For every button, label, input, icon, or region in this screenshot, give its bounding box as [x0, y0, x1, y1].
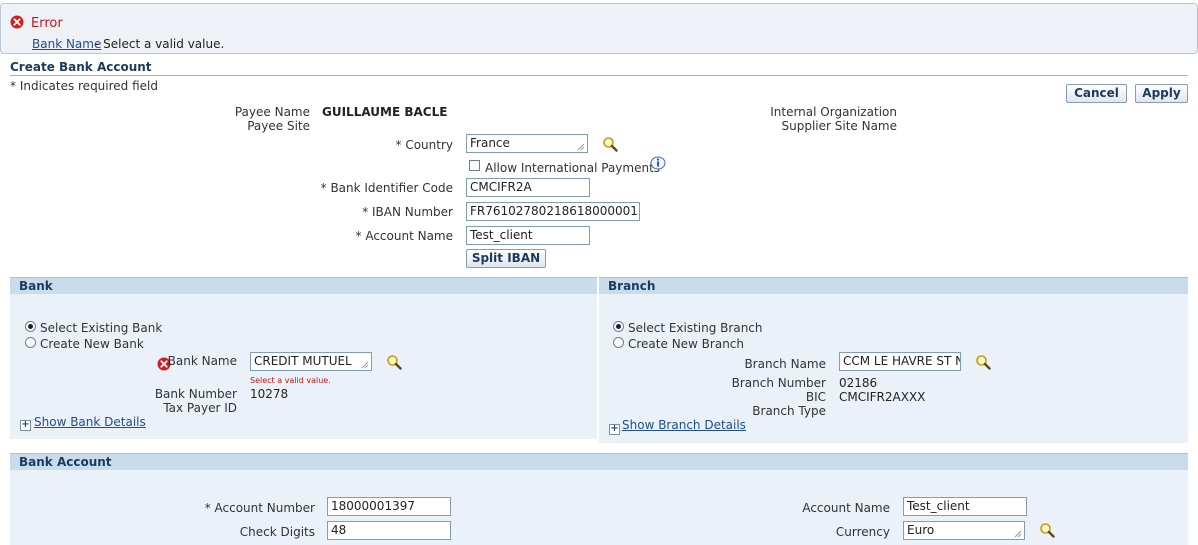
cancel-button[interactable]: Cancel	[1066, 84, 1127, 103]
error-message: - Select a valid value.	[95, 37, 225, 51]
currency-select[interactable]: Euro	[903, 521, 1025, 540]
internal-org-label: Internal Organization	[770, 105, 897, 119]
bank-name-value: CREDIT MUTUEL	[254, 354, 352, 368]
resize-arrow-icon	[361, 361, 369, 369]
select-existing-branch-radio[interactable]	[613, 321, 624, 332]
search-icon[interactable]	[1039, 522, 1055, 538]
allow-intl-checkbox[interactable]	[469, 160, 480, 171]
branch-bic-value: CMCIFR2AXXX	[839, 390, 926, 404]
country-select[interactable]: France	[466, 134, 588, 153]
payee-name-value: GUILLAUME BACLE	[322, 105, 448, 119]
bank-section-title: Bank	[10, 277, 597, 294]
account-name-label: * Account Name	[355, 229, 453, 243]
bank-number-value: 10278	[250, 387, 289, 401]
apply-button[interactable]: Apply	[1135, 84, 1188, 103]
expand-plus-icon[interactable]: +	[609, 424, 620, 435]
allow-intl-label: Allow International Payments	[485, 161, 661, 175]
branch-name-label: Branch Name	[744, 357, 826, 371]
check-digits-label: Check Digits	[239, 525, 315, 539]
account-name-input[interactable]: Test_client	[466, 226, 590, 245]
bic-label: * Bank Identifier Code	[320, 181, 453, 195]
account-number-label: * Account Number	[204, 501, 315, 515]
bank-account-name-input[interactable]: Test_client	[903, 497, 1027, 516]
create-new-bank-radio[interactable]	[25, 337, 36, 348]
expand-plus-icon[interactable]: +	[20, 420, 31, 431]
create-new-branch-radio[interactable]	[613, 337, 624, 348]
payee-site-label: Payee Site	[247, 119, 310, 133]
error-title: Error	[31, 16, 63, 31]
bank-account-name-label: Account Name	[802, 501, 890, 515]
branch-name-input[interactable]: CCM LE HAVRE ST NIC	[839, 352, 961, 371]
split-iban-button[interactable]: Split IBAN	[466, 249, 546, 268]
required-note: * Indicates required field	[10, 79, 159, 93]
error-banner: Error Bank Name - Select a valid value.	[0, 3, 1198, 54]
iban-input[interactable]: FR7610278021861800000139	[466, 202, 640, 221]
search-icon[interactable]	[386, 354, 402, 370]
search-icon[interactable]	[602, 136, 618, 152]
branch-section-title: Branch	[599, 277, 1188, 294]
bank-name-select[interactable]: CREDIT MUTUEL	[250, 352, 372, 371]
iban-label: * IBAN Number	[362, 205, 453, 219]
search-icon[interactable]	[975, 354, 991, 370]
tax-payer-label: Tax Payer ID	[163, 401, 237, 415]
select-existing-branch-label: Select Existing Branch	[628, 321, 763, 335]
bank-account-section-title: Bank Account	[10, 453, 1188, 470]
info-icon[interactable]	[650, 156, 666, 171]
branch-number-label: Branch Number	[731, 376, 826, 390]
resize-arrow-icon	[1014, 530, 1022, 538]
bank-name-error: Select a valid value.	[250, 376, 331, 385]
select-existing-bank-radio[interactable]	[25, 321, 36, 332]
payee-name-label: Payee Name	[234, 105, 310, 119]
supplier-site-label: Supplier Site Name	[781, 119, 897, 133]
bank-number-label: Bank Number	[154, 387, 237, 401]
show-bank-details-link[interactable]: Show Bank Details	[34, 415, 146, 429]
error-field-link[interactable]: Bank Name	[32, 37, 101, 51]
country-label: * Country	[395, 138, 454, 152]
currency-value: Euro	[907, 523, 935, 537]
account-number-input[interactable]: 18000001397	[327, 497, 451, 516]
error-icon	[10, 15, 24, 29]
currency-label: Currency	[835, 525, 890, 539]
page-title: Create Bank Account	[10, 60, 152, 74]
branch-type-label: Branch Type	[752, 404, 826, 418]
show-branch-details-link[interactable]: Show Branch Details	[622, 418, 746, 432]
check-digits-input[interactable]: 48	[327, 521, 451, 540]
title-divider	[10, 75, 1188, 76]
branch-number-value: 02186	[839, 376, 878, 390]
resize-arrow-icon	[577, 143, 585, 151]
create-new-bank-label: Create New Bank	[40, 337, 144, 351]
branch-bic-label: BIC	[805, 390, 826, 404]
bank-name-label: Bank Name	[167, 354, 237, 368]
select-existing-bank-label: Select Existing Bank	[40, 321, 163, 335]
country-value: France	[470, 136, 510, 150]
create-new-branch-label: Create New Branch	[628, 337, 745, 351]
bic-input[interactable]: CMCIFR2A	[466, 178, 590, 197]
